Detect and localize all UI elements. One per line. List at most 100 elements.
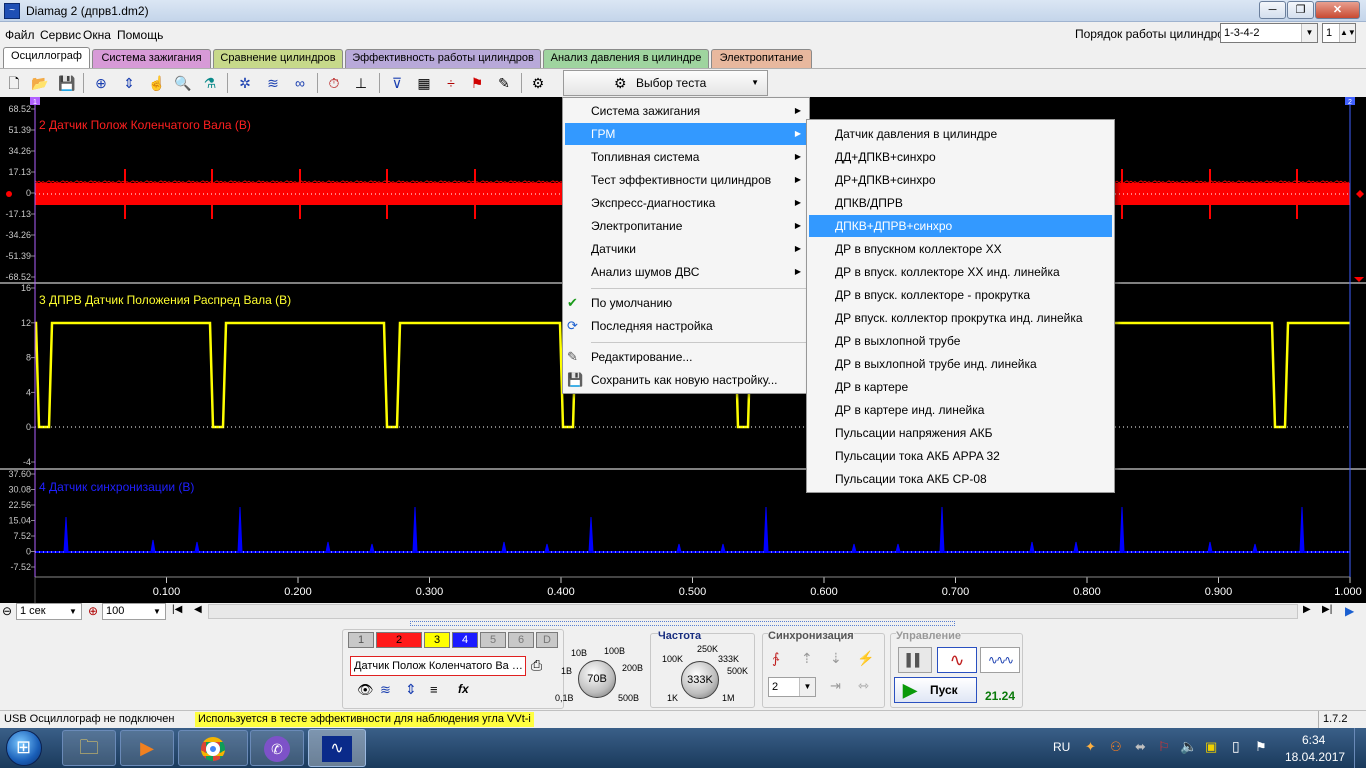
grm-test-item[interactable]: ДР в выхлопной трубе инд. линейка [809, 353, 1112, 375]
auto-scale-icon[interactable]: ⏱ [324, 73, 344, 93]
function-icon[interactable]: fx [458, 682, 469, 696]
sync-auto-icon[interactable]: ⚡ [857, 650, 874, 667]
sync-down-icon[interactable]: ⇣ [830, 650, 842, 667]
menu-service[interactable]: Сервис [40, 28, 81, 42]
vertical-cursor-icon[interactable]: ⇕ [119, 73, 139, 93]
grm-test-item[interactable]: ДР впуск. коллектор прокрутка инд. линей… [809, 307, 1112, 329]
zoom-out-icon[interactable]: ⊖ [2, 604, 12, 618]
start-button[interactable]: ▶ Пуск [894, 677, 977, 703]
sync-up-icon[interactable]: ⇡ [801, 650, 813, 667]
media-player-taskbar-icon[interactable]: ▶ [120, 730, 174, 766]
channel-3-button[interactable]: 3 [424, 632, 450, 648]
time-scale-select[interactable]: 1 сек ▼ [16, 603, 82, 620]
zero-level-icon[interactable]: ⊥ [351, 73, 371, 93]
minimize-button[interactable]: ─ [1259, 1, 1286, 19]
waves-icon[interactable]: ≋ [263, 73, 283, 93]
tray-flag-icon[interactable]: ⚑ [1255, 739, 1267, 755]
grm-test-item[interactable]: ДР в впуск. коллекторе ХХ инд. линейка [809, 261, 1112, 283]
close-button[interactable]: ✕ [1315, 1, 1360, 19]
tray-avast-icon[interactable]: ✦ [1085, 739, 1096, 755]
voltage-knob[interactable]: 70В [578, 660, 616, 698]
split-icon[interactable]: ÷ [441, 73, 461, 93]
show-desktop-button[interactable] [1354, 728, 1366, 768]
tab-ignition[interactable]: Система зажигания [92, 49, 211, 68]
grm-test-item[interactable]: Пульсации тока АКБ CP-08 [809, 468, 1112, 490]
flag-icon[interactable]: ⚑ [467, 73, 487, 93]
grm-test-item[interactable]: ДР в картере инд. линейка [809, 399, 1112, 421]
new-file-icon[interactable]: 🗋 [4, 73, 24, 93]
tray-usb-icon[interactable]: ⬌ [1135, 739, 1146, 755]
grm-test-item[interactable]: ДПКВ+ДПРВ+синхро [809, 215, 1112, 237]
explorer-taskbar-icon[interactable]: 🗀 [62, 730, 116, 766]
grm-test-item[interactable]: ДР в выхлопной трубе [809, 330, 1112, 352]
test-menu-item[interactable]: Электропитание [565, 215, 807, 237]
dotted-line-icon[interactable]: ≡ [430, 682, 438, 697]
menu-windows[interactable]: Окна [83, 28, 111, 42]
channel-name-field[interactable]: Датчик Полож Коленчатого Ва … [350, 656, 526, 676]
grm-test-item[interactable]: Пульсации напряжения АКБ [809, 422, 1112, 444]
channel-filter-icon[interactable]: ⊽ [387, 73, 407, 93]
language-indicator[interactable]: RU [1053, 740, 1070, 754]
panel-splitter[interactable] [410, 621, 955, 626]
grm-test-item[interactable]: ДД+ДПКВ+синхро [809, 146, 1112, 168]
zoom-select[interactable]: 100 ▼ [102, 603, 166, 620]
maximize-button[interactable]: ❐ [1287, 1, 1314, 19]
zoom-icon[interactable]: 🔍 [173, 73, 193, 93]
probe-icon[interactable]: ⎙ [531, 657, 542, 674]
tab-cylinder-compare[interactable]: Сравнение цилиндров [213, 49, 343, 68]
save-icon[interactable]: 💾 [57, 73, 77, 93]
channel-1-button[interactable]: 1 [348, 632, 374, 648]
test-menu-item[interactable]: ГРМ [565, 123, 807, 145]
tab-power[interactable]: Электропитание [711, 49, 812, 68]
test-menu-item[interactable]: Датчики [565, 238, 807, 260]
sync-level-icon[interactable]: ⇥ [830, 678, 841, 694]
tab-cylinder-pressure[interactable]: Анализ давления в цилиндре [543, 49, 709, 68]
test-menu-item[interactable]: Тест эффективности цилиндров [565, 169, 807, 191]
test-menu-action[interactable]: Сохранить как новую настройку... [565, 369, 807, 391]
test-menu-action[interactable]: Последняя настройка [565, 315, 807, 337]
grm-test-item[interactable]: ДР в впуск. коллекторе - прокрутка [809, 284, 1112, 306]
cylinder-count-spinner[interactable]: 1 ▲▼ [1322, 23, 1356, 43]
frequency-knob[interactable]: 333K [681, 661, 719, 699]
diamag-taskbar-icon[interactable]: ∿ [308, 729, 366, 767]
tray-volume-icon[interactable]: 🔈 [1180, 738, 1197, 755]
single-shot-button[interactable]: ∿ [937, 647, 977, 673]
open-folder-icon[interactable]: 📂 [30, 73, 50, 93]
tab-cylinder-efficiency[interactable]: Эффективность работы цилиндров [345, 49, 541, 68]
test-menu-action[interactable]: По умолчанию [565, 292, 807, 314]
continuous-button[interactable]: ∿∿∿ [980, 647, 1020, 673]
pause-button[interactable]: ▌▌ [898, 647, 932, 673]
test-menu-item[interactable]: Экспресс-диагностика [565, 192, 807, 214]
channel-5-button[interactable]: 5 [480, 632, 506, 648]
grid-icon[interactable]: ▦ [414, 73, 434, 93]
channel-2-button[interactable]: 2 [376, 632, 422, 648]
eye-icon[interactable]: 👁 [357, 682, 374, 698]
test-select-button[interactable]: ⚙ Выбор теста ▼ [563, 70, 768, 96]
viber-taskbar-icon[interactable]: ✆ [250, 730, 304, 766]
grm-test-item[interactable]: ДР в впускном коллекторе ХХ [809, 238, 1112, 260]
test-menu-action[interactable]: Редактирование... [565, 346, 807, 368]
tray-ccleaner-icon[interactable]: ⚇ [1110, 739, 1122, 755]
filter-icon[interactable]: ⚗ [200, 73, 220, 93]
chrome-taskbar-icon[interactable] [178, 730, 248, 766]
play-icon[interactable]: ▶ [1345, 604, 1354, 618]
channel-4-button[interactable]: 4 [452, 632, 478, 648]
zoom-in-icon[interactable]: ⊕ [88, 604, 98, 618]
channel-digital-button[interactable]: D [536, 632, 558, 648]
tray-network-icon[interactable]: ⚐ [1158, 739, 1170, 755]
cylinder-order-select[interactable]: 1-3-4-2 ▼ [1220, 23, 1318, 43]
menu-file[interactable]: Файл [5, 28, 35, 42]
test-menu-item[interactable]: Система зажигания [565, 100, 807, 122]
scroll-next-icon[interactable]: ▶ [1303, 604, 1311, 615]
horizontal-cursor-icon[interactable]: ⊕ [91, 73, 111, 93]
sync-pretrigger-icon[interactable]: ⇿ [858, 678, 869, 694]
tab-oscilloscope[interactable]: Осциллограф [3, 47, 90, 68]
sync-rising-edge-icon[interactable]: ∱ [772, 650, 779, 667]
scroll-first-icon[interactable]: |◀ [172, 604, 182, 615]
start-orb[interactable]: ⊞ [6, 730, 42, 766]
time-scrollbar-track[interactable] [208, 604, 1298, 619]
vertical-position-icon[interactable]: ⇕ [405, 681, 417, 698]
tray-updates-icon[interactable]: ▣ [1205, 739, 1217, 755]
grm-test-item[interactable]: ДР в картере [809, 376, 1112, 398]
waveform-style-icon[interactable]: ≋ [380, 682, 391, 698]
